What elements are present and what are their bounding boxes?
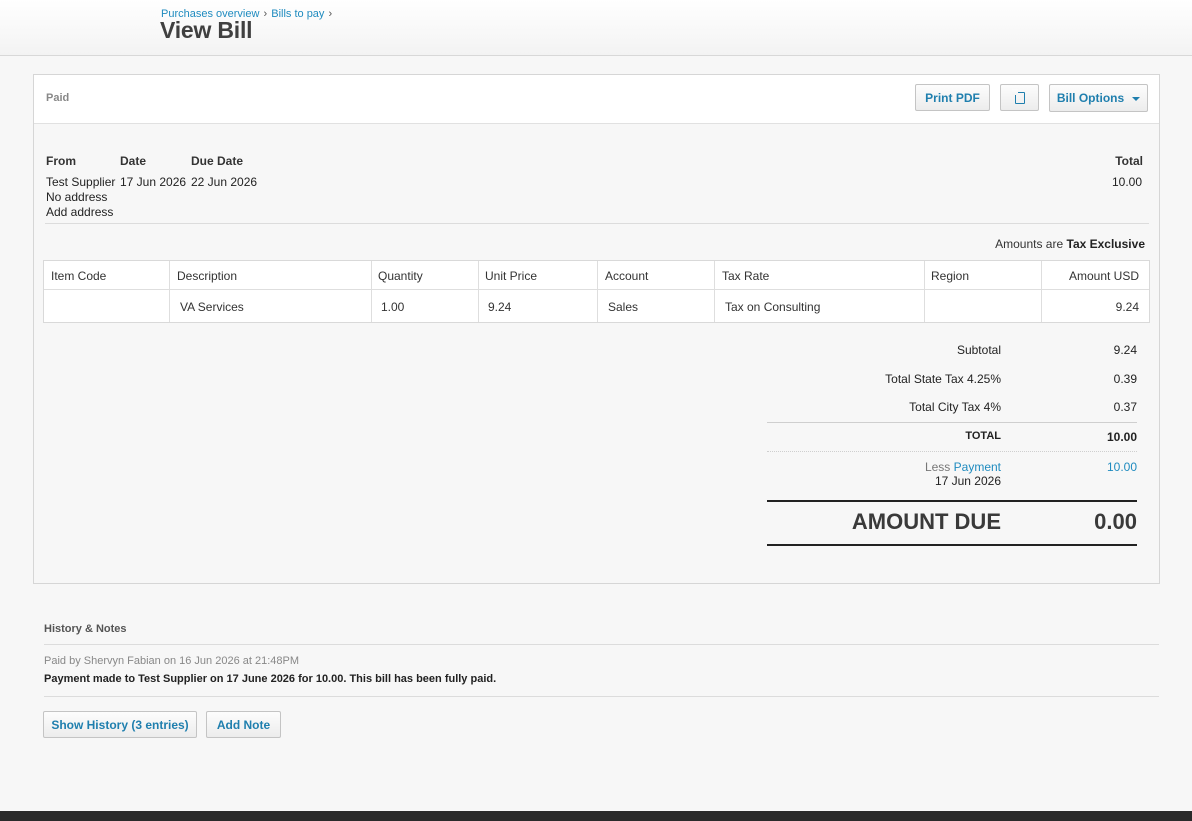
payment-date: 17 Jun 2026 (934, 474, 1001, 488)
subtotal-label: Subtotal (956, 343, 1001, 357)
state-tax-value: 0.39 (1113, 372, 1137, 386)
print-pdf-button[interactable]: Print PDF (915, 84, 990, 111)
history-divider (44, 644, 1159, 645)
page-title: View Bill (160, 17, 253, 43)
column-header-unit-price: Unit Price (485, 269, 538, 283)
bill-due-date: 22 Jun 2026 (191, 175, 258, 189)
column-divider (169, 261, 170, 322)
bottom-bar (0, 811, 1192, 821)
copy-button[interactable] (1000, 84, 1039, 111)
column-header-region: Region (931, 269, 970, 283)
cell-amount: 9.24 (1115, 300, 1139, 314)
details-divider (45, 223, 1149, 224)
add-note-button[interactable]: Add Note (206, 711, 281, 738)
subtotal-value: 9.24 (1113, 343, 1137, 357)
line-items-table: Item Code Description Quantity Unit Pric… (43, 260, 1150, 323)
no-address-text: No address (46, 190, 108, 204)
cell-description: VA Services (180, 300, 244, 314)
bill-options-button[interactable]: Bill Options (1049, 84, 1148, 112)
history-entry-text: Payment made to Test Supplier on 17 June… (44, 673, 497, 685)
column-header-quantity: Quantity (378, 269, 423, 283)
bill-total: 10.00 (1111, 175, 1142, 189)
column-header-description: Description (177, 269, 238, 283)
column-divider (371, 261, 372, 322)
total-heading: Total (1115, 154, 1143, 168)
supplier-link[interactable]: Test Supplier (46, 175, 115, 189)
chevron-down-icon (1132, 97, 1141, 101)
breadcrumb-separator: › (328, 8, 333, 20)
city-tax-label: Total City Tax 4% (909, 400, 1001, 414)
amounts-are-note: Amounts are Tax Exclusive (995, 237, 1145, 251)
cell-unit-price: 9.24 (488, 300, 512, 314)
totals-divider (767, 422, 1137, 423)
payment-link[interactable]: Payment (954, 460, 1001, 474)
status-label: Paid (46, 92, 70, 104)
column-divider (924, 261, 925, 322)
total-dotted-divider (767, 451, 1137, 452)
cell-account: Sales (608, 300, 639, 314)
state-tax-label: Total State Tax 4.25% (885, 372, 1001, 386)
bill-toolbar: Paid Print PDF Bill Options (34, 75, 1159, 124)
column-divider (597, 261, 598, 322)
column-header-item-code: Item Code (51, 269, 107, 283)
amount-due-label: AMOUNT DUE (851, 509, 1001, 534)
history-notes-title: History & Notes (44, 623, 127, 635)
payment-value[interactable]: 10.00 (1107, 460, 1137, 474)
bill-options-label: Bill Options (1056, 91, 1125, 105)
breadcrumb-bills-to-pay[interactable]: Bills to pay (271, 8, 324, 20)
amount-due-top-rule (767, 500, 1137, 502)
bill-panel: Paid Print PDF Bill Options From Date Du… (33, 74, 1160, 584)
tax-mode: Tax Exclusive (1066, 237, 1146, 251)
due-date-heading: Due Date (191, 154, 244, 168)
history-divider (44, 696, 1159, 697)
copy-icon (1011, 88, 1025, 104)
city-tax-value: 0.37 (1113, 400, 1137, 414)
amounts-are-label: Amounts are (995, 237, 1064, 251)
amount-due-value: 0.00 (1094, 509, 1137, 534)
breadcrumb-separator: › (263, 8, 268, 20)
column-header-tax-rate: Tax Rate (722, 269, 770, 283)
total-value: 10.00 (1106, 430, 1137, 444)
less-payment: Less Payment (925, 460, 1001, 474)
column-divider (478, 261, 479, 322)
column-divider (1041, 261, 1042, 322)
cell-quantity: 1.00 (381, 300, 405, 314)
bill-date: 17 Jun 2026 (120, 175, 187, 189)
date-heading: Date (120, 154, 147, 168)
cell-tax-rate: Tax on Consulting (725, 300, 821, 314)
column-header-amount: Amount USD (1068, 269, 1139, 283)
amount-due-bottom-rule (767, 544, 1137, 546)
add-address-link[interactable]: Add address (46, 205, 113, 219)
history-entry-meta: Paid by Shervyn Fabian on 16 Jun 2026 at… (44, 655, 300, 667)
less-label: Less (924, 460, 951, 474)
column-header-account: Account (605, 269, 649, 283)
total-label: TOTAL (965, 430, 1001, 442)
column-divider (714, 261, 715, 322)
show-history-button[interactable]: Show History (3 entries) (43, 711, 197, 738)
page-header: Purchases overview › Bills to pay › View… (0, 0, 1192, 56)
from-heading: From (46, 154, 76, 168)
